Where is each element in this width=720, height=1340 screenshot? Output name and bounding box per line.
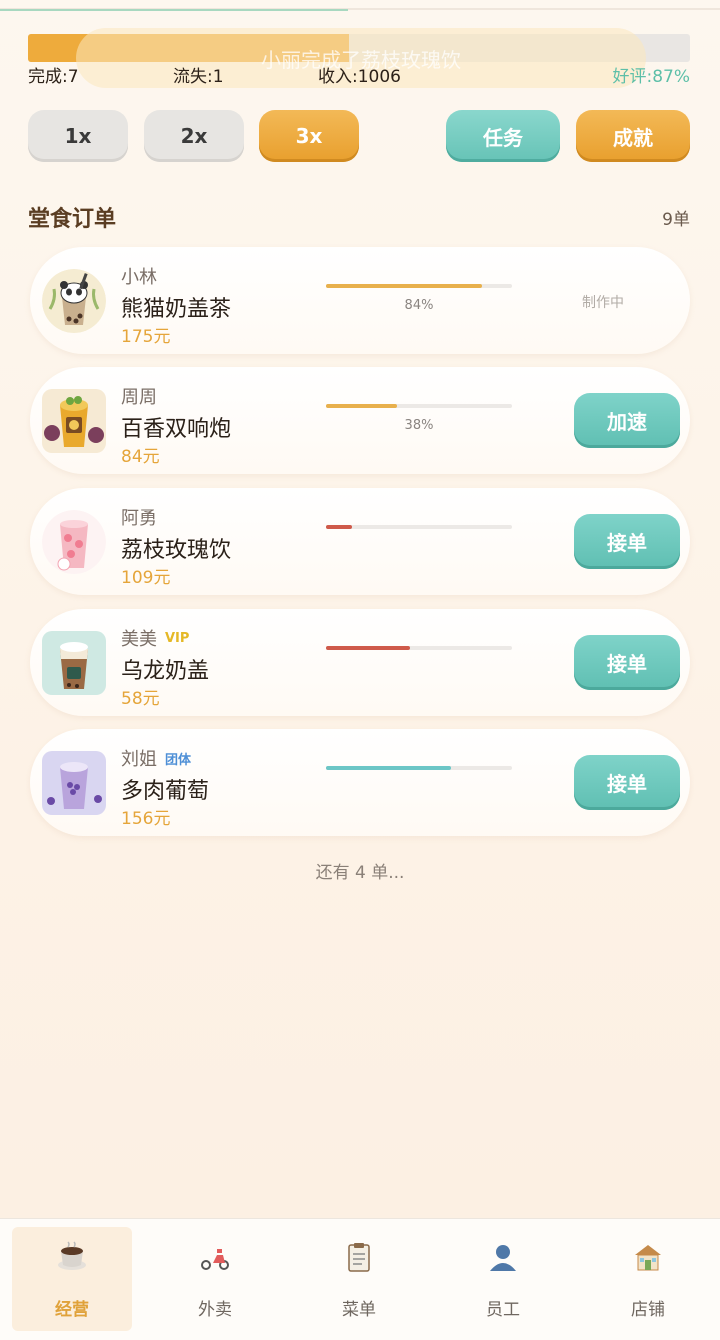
dish-name: 多肉葡萄	[121, 779, 210, 804]
order-progress-bar	[326, 766, 512, 770]
customer-name: 美美	[121, 629, 157, 650]
order-status: 制作中	[582, 295, 624, 311]
order-count: 9单	[662, 210, 690, 230]
nav-label: 经营	[55, 1300, 89, 1320]
order-progress-fill	[326, 404, 397, 408]
dish-name: 百香双响炮	[121, 417, 232, 442]
customer-name: 刘姐	[121, 749, 157, 770]
speed-3x-button[interactable]: 3x	[259, 110, 359, 162]
order-card: 美美 VIP 乌龙奶盖 58元 接单	[30, 609, 690, 716]
nav-item-staff[interactable]: 员工	[443, 1227, 563, 1331]
shop-icon	[632, 1241, 664, 1273]
accept-order-button[interactable]: 接单	[574, 514, 680, 569]
nav-item-menu[interactable]: 菜单	[299, 1227, 419, 1331]
order-card: 周周 百香双响炮 84元 38% 加速	[30, 367, 690, 474]
dish-name: 乌龙奶盖	[121, 659, 210, 684]
order-card: 小林 熊猫奶盖茶 175元 84% 制作中	[30, 247, 690, 354]
more-orders-hint: 还有 4 单...	[315, 863, 405, 883]
order-progress-bar	[326, 646, 512, 650]
order-progress-fill	[326, 646, 410, 650]
order-progress-label: 38%	[404, 418, 434, 433]
order-price: 156元	[121, 809, 171, 829]
nav-label: 外卖	[198, 1300, 232, 1320]
customer-name: 小林	[121, 267, 157, 288]
top-divider	[0, 0, 720, 11]
oolong-milk-cap-icon	[42, 631, 106, 695]
order-price: 84元	[121, 447, 160, 467]
order-progress-fill	[326, 284, 483, 288]
section-title: 堂食订单	[28, 207, 117, 232]
dish-name: 荔枝玫瑰饮	[121, 538, 232, 563]
lychee-rose-drink-icon	[42, 510, 106, 574]
completed-count: 完成:7	[28, 67, 79, 87]
customer-name: 阿勇	[121, 508, 157, 529]
income-value: 收入:1006	[318, 67, 401, 87]
order-card: 刘姐 团体 多肉葡萄 156元 接单	[30, 729, 690, 836]
bottom-nav: 经营 外卖 菜单 员工 店铺	[0, 1218, 720, 1340]
group-badge: 团体	[165, 752, 192, 768]
panda-milk-tea-icon	[42, 269, 106, 333]
order-progress-fill	[326, 525, 353, 529]
order-progress-bar	[326, 525, 512, 529]
nav-item-delivery[interactable]: 外卖	[155, 1227, 275, 1331]
vip-badge: VIP	[165, 630, 190, 646]
order-price: 175元	[121, 327, 171, 347]
nav-label: 店铺	[631, 1300, 665, 1320]
order-card: 阿勇 荔枝玫瑰饮 109元 接单	[30, 488, 690, 595]
grape-drink-icon	[42, 751, 106, 815]
nav-label: 员工	[486, 1300, 520, 1320]
customer-name: 周周	[121, 387, 157, 408]
speed-up-button[interactable]: 加速	[574, 393, 680, 448]
stats-row: 完成:7 流失:1 收入:1006 好评:87%	[28, 62, 690, 87]
clipboard-icon	[343, 1241, 375, 1273]
nav-label: 菜单	[342, 1300, 376, 1320]
passion-fruit-drink-icon	[42, 389, 106, 453]
nav-item-business[interactable]: 经营	[12, 1227, 132, 1331]
lost-count: 流失:1	[173, 67, 224, 87]
rating-value: 好评:87%	[612, 67, 690, 87]
speed-2x-button[interactable]: 2x	[144, 110, 244, 162]
task-button[interactable]: 任务	[446, 110, 560, 162]
dish-name: 熊猫奶盖茶	[121, 297, 232, 322]
order-price: 58元	[121, 689, 160, 709]
person-icon	[487, 1241, 519, 1273]
coffee-cup-icon	[56, 1241, 88, 1273]
order-price: 109元	[121, 568, 171, 588]
accept-order-button[interactable]: 接单	[574, 635, 680, 690]
order-progress-bar	[326, 284, 512, 288]
order-progress-label: 84%	[404, 298, 434, 313]
nav-item-shop[interactable]: 店铺	[588, 1227, 708, 1331]
accept-order-button[interactable]: 接单	[574, 755, 680, 810]
scooter-icon	[199, 1241, 231, 1273]
speed-1x-button[interactable]: 1x	[28, 110, 128, 162]
order-progress-bar	[326, 404, 512, 408]
achievement-button[interactable]: 成就	[576, 110, 690, 162]
order-progress-fill	[326, 766, 451, 770]
